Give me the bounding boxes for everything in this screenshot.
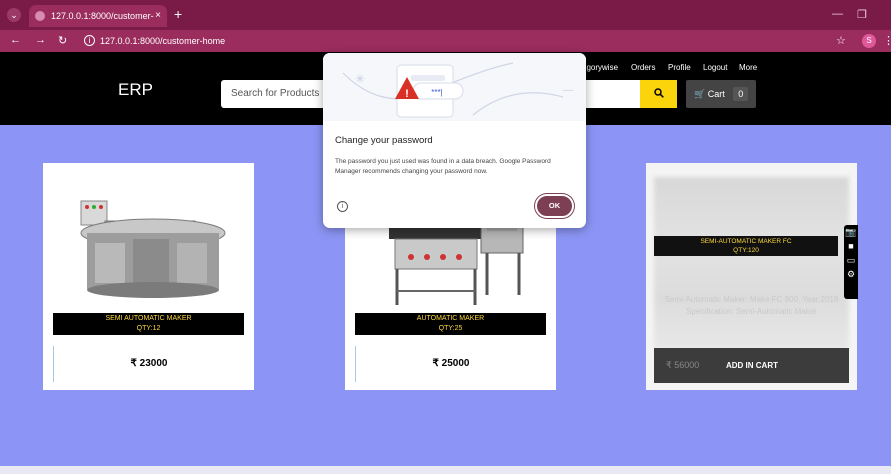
cart-button[interactable]: 🛒 Cart 0	[686, 80, 756, 108]
page-footer-strip	[0, 466, 891, 474]
masked-password-text: ***|	[431, 88, 442, 97]
screenshot-camera-icon[interactable]: 📷	[844, 225, 858, 239]
product-price: ₹ 25000	[355, 346, 546, 382]
nav-orders[interactable]: Orders	[631, 63, 655, 72]
product-caption: SEMI-AUTOMATIC MAKER FC QTY:120	[654, 236, 838, 256]
password-warning-illustration: ! ***| ✳ —	[323, 53, 586, 121]
settings-gear-icon[interactable]: ⚙	[844, 267, 858, 281]
search-icon	[653, 88, 664, 98]
cart-count-badge: 0	[733, 87, 749, 101]
product-price: ₹ 23000	[53, 346, 244, 382]
product-qty: QTY:25	[438, 325, 463, 332]
back-icon[interactable]: ←	[10, 34, 21, 46]
browser-menu-icon[interactable]: ⋮	[883, 34, 891, 47]
product-name: AUTOMATIC MAKER	[416, 315, 485, 322]
product-caption: AUTOMATIC MAKER QTY:25	[355, 313, 546, 335]
restore-icon[interactable]: ❐	[857, 8, 867, 21]
ok-button[interactable]: OK	[535, 194, 574, 218]
browser-tab[interactable]: 127.0.0.1:8000/customer-home ×	[29, 5, 167, 43]
product-description: Semi-Automatic Maker: Make:FC 900, Year:…	[664, 295, 839, 316]
window-icon[interactable]: ▭	[844, 253, 858, 267]
minimize-icon[interactable]: —	[832, 8, 843, 20]
nav-more[interactable]: More	[739, 63, 757, 72]
bookmark-star-icon[interactable]: ☆	[836, 34, 846, 47]
cart-icon: 🛒	[694, 89, 706, 99]
browser-tab-bar: ⌄ 127.0.0.1:8000/customer-home × + — ❐	[0, 0, 891, 43]
change-password-dialog: ! ***| ✳ — Change your password The pass…	[323, 53, 586, 228]
favicon-icon	[35, 11, 45, 21]
svg-text:—: —	[563, 85, 573, 96]
forward-icon[interactable]: →	[35, 34, 46, 46]
url-text: 127.0.0.1:8000/customer-home	[100, 36, 226, 46]
profile-avatar[interactable]: S	[862, 34, 876, 48]
address-bar-row: ← → ↻ i 127.0.0.1:8000/customer-home ☆ S…	[0, 30, 891, 52]
product-image-blurred	[654, 177, 849, 349]
video-record-icon[interactable]: ■	[844, 239, 858, 253]
nav-profile[interactable]: Profile	[668, 63, 691, 72]
new-tab-button[interactable]: +	[174, 6, 182, 22]
url-field[interactable]: i 127.0.0.1:8000/customer-home	[82, 33, 822, 49]
product-price: ₹ 56000	[666, 360, 700, 370]
reload-icon[interactable]: ↻	[58, 34, 67, 47]
nav-categorywise[interactable]: egorywise	[582, 63, 618, 72]
floating-toolbar: 📷 ■ ▭ ⚙	[844, 225, 858, 299]
tab-close-icon[interactable]: ×	[155, 5, 161, 27]
dialog-title: Change your password	[335, 135, 433, 146]
product-name: SEMI-AUTOMATIC MAKER FC	[700, 238, 792, 245]
cart-label: Cart	[707, 89, 725, 99]
product-card[interactable]: SEMI AUTOMATIC MAKER QTY:12 ₹ 23000	[43, 163, 254, 390]
nav-logout[interactable]: Logout	[703, 63, 727, 72]
search-button[interactable]	[640, 80, 677, 108]
svg-text:!: !	[405, 88, 409, 100]
product-image-semi-automatic-maker	[80, 200, 226, 298]
tab-search-icon[interactable]: ⌄	[7, 8, 21, 22]
site-logo[interactable]: ERP	[118, 80, 153, 100]
product-qty: QTY:120	[733, 247, 759, 254]
help-info-icon[interactable]: i	[337, 201, 348, 212]
dialog-message: The password you just used was found in …	[335, 158, 551, 175]
add-to-cart-button[interactable]: ADD IN CART	[726, 348, 778, 383]
svg-text:✳: ✳	[355, 72, 365, 86]
product-caption: SEMI AUTOMATIC MAKER QTY:12	[53, 313, 244, 335]
buy-bar: ₹ 56000 ADD IN CART	[654, 348, 849, 383]
site-info-icon[interactable]: i	[84, 35, 95, 46]
product-name: SEMI AUTOMATIC MAKER	[105, 315, 192, 322]
product-qty: QTY:12	[136, 325, 161, 332]
product-card-hovered[interactable]: SEMI-AUTOMATIC MAKER FC QTY:120 Semi-Aut…	[646, 163, 857, 390]
